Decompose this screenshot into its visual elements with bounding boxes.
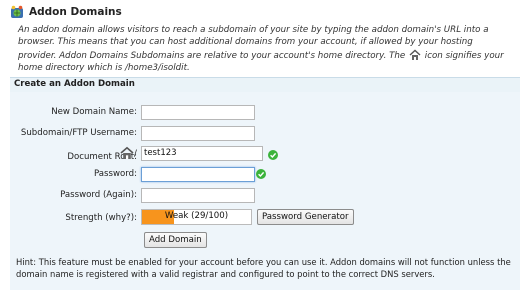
password-again-input[interactable] <box>141 188 255 203</box>
add-domain-button[interactable]: Add Domain <box>144 232 207 248</box>
create-addon-form: New Domain Name: Subdomain/FTP Username:… <box>10 92 520 290</box>
password-generator-button[interactable]: Password Generator <box>257 209 354 225</box>
new-domain-label: New Domain Name: <box>51 107 137 117</box>
page-header: Addon Domains <box>10 3 122 21</box>
password-label: Password: <box>93 169 137 179</box>
addon-domains-icon <box>11 5 23 18</box>
section-header: Create an Addon Domain <box>10 77 520 92</box>
home-directory-icon <box>409 49 421 60</box>
password-input[interactable] <box>141 167 255 182</box>
document-root-input[interactable]: test123 <box>141 146 263 161</box>
check-icon <box>268 150 278 160</box>
password-strength-meter: Weak (29/100) <box>141 209 252 225</box>
page-title: Addon Domains <box>29 6 122 18</box>
home-directory-icon <box>120 146 134 159</box>
password-again-label: Password (Again): <box>60 190 137 200</box>
page-description: An addon domain allows visitors to reach… <box>18 24 513 74</box>
subdomain-label: Subdomain/FTP Username: <box>20 128 137 138</box>
hint-text: Hint: This feature must be enabled for y… <box>16 257 511 279</box>
document-root-slash: / <box>134 149 137 159</box>
strength-text: Weak (29/100) <box>164 211 229 221</box>
section-title: Create an Addon Domain <box>14 79 135 89</box>
new-domain-input[interactable] <box>141 105 255 120</box>
strength-label[interactable]: Strength (why?): <box>65 213 137 223</box>
subdomain-input[interactable] <box>141 126 255 141</box>
check-icon <box>256 169 266 179</box>
